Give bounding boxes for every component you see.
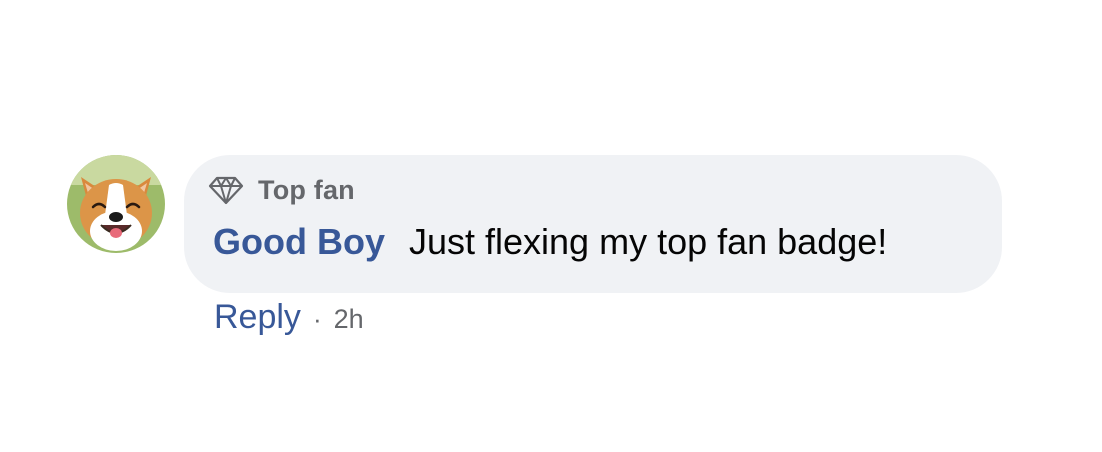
- top-fan-badge[interactable]: Top fan: [208, 172, 355, 208]
- avatar[interactable]: [67, 155, 165, 253]
- comment-actions: Reply · 2h: [214, 298, 364, 337]
- timestamp-link[interactable]: 2h: [334, 304, 364, 335]
- comment-body: Good Boy Just flexing my top fan badge!: [213, 221, 887, 263]
- badge-label: Top fan: [258, 174, 355, 205]
- separator-dot: ·: [312, 304, 322, 334]
- author-name-link[interactable]: Good Boy: [213, 221, 385, 263]
- comment-text: Just flexing my top fan badge!: [408, 221, 888, 262]
- diamond-icon: [208, 175, 244, 205]
- reply-button[interactable]: Reply: [214, 298, 301, 337]
- corgi-avatar-icon: [67, 155, 165, 253]
- comment-bubble: Top fan Good Boy Just flexing my top fan…: [184, 155, 1002, 293]
